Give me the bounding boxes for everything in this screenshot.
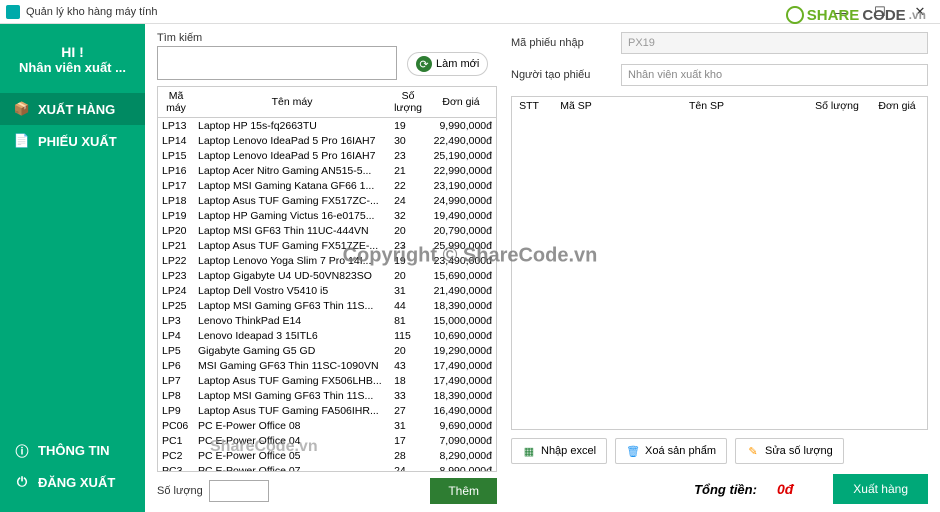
brand-logo-icon xyxy=(786,6,804,24)
refresh-label: Làm mới xyxy=(436,58,479,70)
col-ma-sp: Mã SP xyxy=(546,97,606,115)
import-excel-button[interactable]: ▦ Nhập excel xyxy=(511,438,607,464)
greeting-label: HI ! xyxy=(0,44,145,60)
table-row[interactable]: LP20Laptop MSI GF63 Thin 11UC-444VN2020,… xyxy=(158,223,496,238)
search-input[interactable] xyxy=(157,46,397,80)
nav-label: PHIẾU XUẤT xyxy=(38,134,117,149)
code-input xyxy=(621,32,928,54)
table-row[interactable]: LP21Laptop Asus TUF Gaming FX517ZE-...23… xyxy=(158,238,496,253)
table-row[interactable]: LP19Laptop HP Gaming Victus 16-e0175...3… xyxy=(158,208,496,223)
qty-input[interactable] xyxy=(209,480,269,502)
table-row[interactable]: LP14Laptop Lenovo IdeaPad 5 Pro 16IAH730… xyxy=(158,133,496,148)
table-row[interactable]: LP24Laptop Dell Vostro V5410 i53121,490,… xyxy=(158,283,496,298)
table-row[interactable]: PC2PC E-Power Office 05288,290,000đ xyxy=(158,448,496,463)
nav-xuat-hang[interactable]: 📦 XUẤT HÀNG xyxy=(0,93,145,125)
col-don-gia: Đơn giá xyxy=(426,87,496,118)
trash-icon: 🗑 xyxy=(626,444,640,458)
excel-icon: ▦ xyxy=(522,444,536,458)
creator-input[interactable] xyxy=(621,64,928,86)
col-ten-sp: Tên SP xyxy=(606,97,807,115)
table-row[interactable]: LP7Laptop Asus TUF Gaming FX506LHB...181… xyxy=(158,373,496,388)
brand-watermark: SHARECODE.vn xyxy=(786,6,926,24)
total-value: 0đ xyxy=(777,481,793,497)
inventory-panel: Tìm kiếm ⟳ Làm mới Mã máy Tên máy Số lượ… xyxy=(157,32,497,504)
table-row[interactable]: LP16Laptop Acer Nitro Gaming AN515-5...2… xyxy=(158,163,496,178)
total-label: Tổng tiền: xyxy=(694,482,757,497)
table-row[interactable]: LP9Laptop Asus TUF Gaming FA506IHR...271… xyxy=(158,403,496,418)
table-row[interactable]: LP23Laptop Gigabyte U4 UD-50VN823SO2015,… xyxy=(158,268,496,283)
add-button[interactable]: Thêm xyxy=(430,478,497,504)
edit-qty-button[interactable]: ✎ Sửa số lượng xyxy=(735,438,844,464)
table-row[interactable]: LP8Laptop MSI Gaming GF63 Thin 11S...331… xyxy=(158,388,496,403)
export-icon: 📦 xyxy=(14,101,30,117)
nav-label: XUẤT HÀNG xyxy=(38,102,115,117)
table-row[interactable]: LP15Laptop Lenovo IdeaPad 5 Pro 16IAH723… xyxy=(158,148,496,163)
sidebar: HI ! Nhân viên xuất ... 📦 XUẤT HÀNG 📄 PH… xyxy=(0,24,145,512)
table-row[interactable]: LP18Laptop Asus TUF Gaming FX517ZC-...24… xyxy=(158,193,496,208)
col-ma-may: Mã máy xyxy=(158,87,194,118)
col-so-luong: Số lượng xyxy=(390,87,426,118)
app-icon xyxy=(6,5,20,19)
nav-label: ĐĂNG XUẤT xyxy=(38,475,115,490)
receipt-panel: Mã phiếu nhập Người tạo phiếu STT Mã SP … xyxy=(511,32,928,504)
search-label: Tìm kiếm xyxy=(157,32,397,44)
logout-icon: ⏻ xyxy=(14,474,30,490)
window-title: Quản lý kho hàng máy tính xyxy=(26,6,157,18)
table-row[interactable]: LP3Lenovo ThinkPad E148115,000,000đ xyxy=(158,313,496,328)
nav-phieu-xuat[interactable]: 📄 PHIẾU XUẤT xyxy=(0,125,145,157)
nav-thong-tin[interactable]: ⓘ THÔNG TIN xyxy=(0,434,145,466)
table-row[interactable]: LP13Laptop HP 15s-fq2663TU199,990,000đ xyxy=(158,118,496,134)
code-label: Mã phiếu nhập xyxy=(511,37,621,49)
nav-label: THÔNG TIN xyxy=(38,443,110,458)
table-row[interactable]: LP17Laptop MSI Gaming Katana GF66 1...22… xyxy=(158,178,496,193)
nav-dang-xuat[interactable]: ⏻ ĐĂNG XUẤT xyxy=(0,466,145,498)
col-stt: STT xyxy=(512,97,546,115)
table-row[interactable]: PC06PC E-Power Office 08319,690,000đ xyxy=(158,418,496,433)
table-row[interactable]: LP6MSI Gaming GF63 Thin 11SC-1090VN4317,… xyxy=(158,358,496,373)
table-row[interactable]: LP25Laptop MSI Gaming GF63 Thin 11S...44… xyxy=(158,298,496,313)
table-row[interactable]: PC1PC E-Power Office 04177,090,000đ xyxy=(158,433,496,448)
col-ten-may: Tên máy xyxy=(194,87,390,118)
info-icon: ⓘ xyxy=(14,442,30,458)
col-so-luong: Số lượng xyxy=(807,97,867,115)
table-row[interactable]: PC3PC E-Power Office 07248,990,000đ xyxy=(158,463,496,472)
inventory-table[interactable]: Mã máy Tên máy Số lượng Đơn giá LP13Lapt… xyxy=(157,86,497,472)
refresh-icon: ⟳ xyxy=(416,56,432,72)
export-button[interactable]: Xuất hàng xyxy=(833,474,928,504)
receipt-icon: 📄 xyxy=(14,133,30,149)
table-row[interactable]: LP4Lenovo Ideapad 3 15ITL611510,690,000đ xyxy=(158,328,496,343)
table-row[interactable]: LP5Gigabyte Gaming G5 GD2019,290,000đ xyxy=(158,343,496,358)
user-label: Nhân viên xuất ... xyxy=(0,60,145,75)
refresh-button[interactable]: ⟳ Làm mới xyxy=(407,52,488,76)
col-don-gia: Đơn giá xyxy=(867,97,927,115)
delete-product-button[interactable]: 🗑 Xoá sản phẩm xyxy=(615,438,727,464)
table-row[interactable]: LP22Laptop Lenovo Yoga Slim 7 Pro 14I...… xyxy=(158,253,496,268)
creator-label: Người tạo phiếu xyxy=(511,69,621,81)
qty-label: Số lượng xyxy=(157,485,203,497)
pencil-icon: ✎ xyxy=(746,444,760,458)
receipt-table[interactable]: STT Mã SP Tên SP Số lượng Đơn giá xyxy=(511,96,928,430)
